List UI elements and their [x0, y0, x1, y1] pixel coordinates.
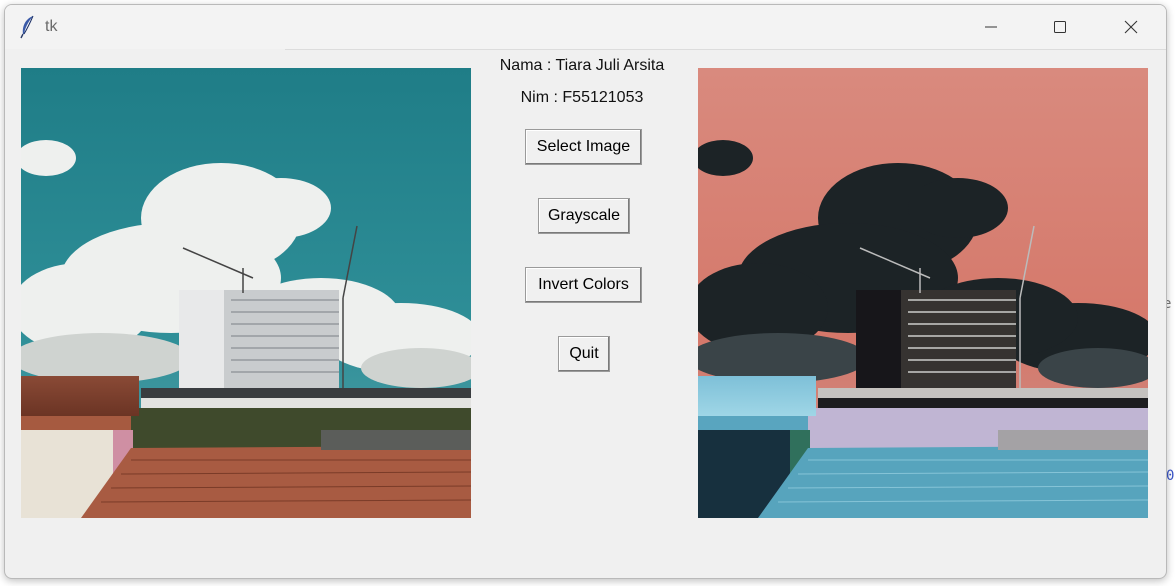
minimize-button[interactable] — [957, 5, 1025, 49]
name-label: Nama : Tiara Juli Arsita — [499, 57, 665, 74]
inverted-photo — [698, 68, 1148, 518]
original-image — [21, 68, 471, 518]
title-separator — [285, 49, 1166, 50]
maximize-icon — [1052, 19, 1068, 35]
background-editor-fragment: 0 — [1166, 468, 1175, 484]
title-bar[interactable]: tk — [5, 5, 1166, 49]
invert-colors-button[interactable]: Invert Colors — [525, 267, 642, 303]
close-icon — [1123, 19, 1139, 35]
feather-icon — [19, 15, 37, 39]
select-image-button[interactable]: Select Image — [525, 129, 642, 165]
maximize-button[interactable] — [1026, 5, 1094, 49]
close-button[interactable] — [1097, 5, 1165, 49]
grayscale-button[interactable]: Grayscale — [538, 198, 630, 234]
minimize-icon — [983, 19, 999, 35]
tk-window: tk Nama: Tiara Juli Arsita Nim: F55121… — [4, 4, 1167, 579]
window-title: tk — [45, 18, 58, 35]
original-photo — [21, 68, 471, 518]
nim-label: Nim : F55121053 — [520, 89, 644, 106]
processed-image — [698, 68, 1148, 518]
quit-button[interactable]: Quit — [558, 336, 610, 372]
